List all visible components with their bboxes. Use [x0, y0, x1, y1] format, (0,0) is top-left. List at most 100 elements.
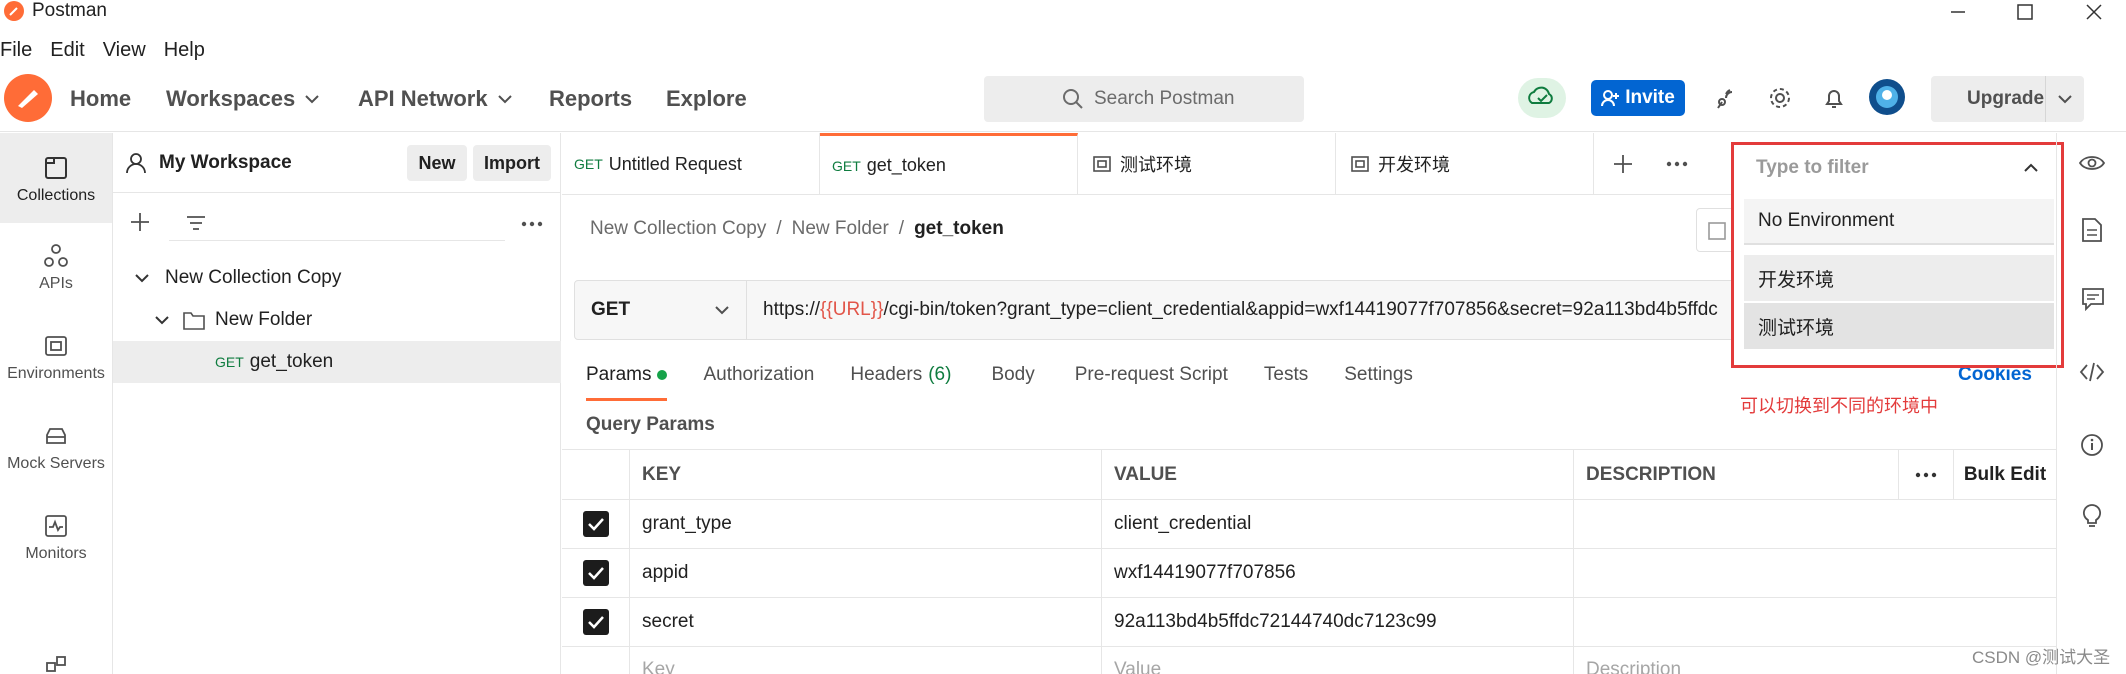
breadcrumb-separator: / [898, 218, 905, 239]
tab-prerequest-script[interactable]: Pre-request Script [1075, 364, 1228, 401]
close-button[interactable] [2084, 2, 2104, 22]
tab-untitled-request[interactable]: GET Untitled Request [562, 133, 820, 195]
param-description[interactable] [1574, 598, 2056, 647]
lightbulb-icon[interactable] [2081, 503, 2103, 529]
method-select[interactable]: GET [575, 281, 747, 339]
breadcrumb-folder[interactable]: New Folder [792, 218, 889, 240]
param-key[interactable]: grant_type [630, 500, 1102, 549]
checkbox-checked-icon [582, 560, 609, 586]
menu-edit[interactable]: Edit [50, 39, 84, 62]
new-key-input[interactable]: Key [630, 647, 1102, 674]
collection-item[interactable]: New Collection Copy [113, 257, 561, 299]
request-method: GET [215, 354, 244, 370]
param-value[interactable]: 92a113bd4b5ffdc72144740dc7123c99 [1102, 598, 1574, 647]
filter-icon[interactable] [169, 207, 505, 241]
flows-icon[interactable] [0, 653, 112, 674]
param-key[interactable]: appid [630, 549, 1102, 598]
menu-bar: File Edit View Help [0, 36, 223, 64]
sidebar-item-label: Collections [16, 187, 96, 204]
maximize-button[interactable] [2015, 2, 2035, 22]
environment-filter-placeholder: Type to filter [1756, 157, 1869, 178]
workspace-header: My Workspace New Import [113, 133, 561, 193]
tab-get-token[interactable]: GET get_token [820, 133, 1078, 195]
sidebar-item-mock-servers[interactable]: Mock Servers [0, 423, 112, 473]
bulk-edit-button[interactable]: Bulk Edit [1954, 450, 2056, 500]
search-placeholder: Search Postman [1094, 88, 1235, 109]
env-option-dev[interactable]: 开发环境 [1744, 255, 2054, 301]
bell-icon[interactable] [1822, 86, 1846, 110]
table-more-icon[interactable] [1899, 450, 1954, 500]
postman-logo-icon[interactable] [4, 74, 52, 122]
menu-help[interactable]: Help [164, 39, 205, 62]
menu-file[interactable]: File [0, 39, 32, 62]
breadcrumb: New Collection Copy / New Folder / get_t… [590, 218, 1004, 240]
tab-params[interactable]: Params [586, 364, 668, 401]
nav-explore[interactable]: Explore [666, 86, 747, 112]
param-description[interactable] [1574, 549, 2056, 598]
new-tab-icon[interactable] [1612, 153, 1634, 175]
global-search[interactable]: Search Postman [984, 76, 1304, 122]
comment-icon[interactable] [2081, 287, 2105, 311]
invite-button[interactable]: Invite [1591, 80, 1685, 116]
sidebar-item-collections[interactable]: Collections [0, 133, 112, 223]
add-user-icon [1601, 89, 1620, 107]
sidebar-item-environments[interactable]: Environments [0, 333, 112, 383]
param-key[interactable]: secret [630, 598, 1102, 647]
satellite-icon[interactable] [1714, 86, 1738, 110]
new-value-input[interactable]: Value [1102, 647, 1574, 674]
info-icon[interactable] [2080, 433, 2104, 457]
gear-icon[interactable] [1768, 86, 1792, 110]
row-checkbox[interactable] [562, 500, 630, 549]
key-header: KEY [630, 450, 1102, 500]
tab-settings[interactable]: Settings [1344, 364, 1413, 401]
nav-workspaces[interactable]: Workspaces [166, 86, 319, 112]
breadcrumb-current[interactable]: get_token [914, 218, 1004, 240]
env-option-test[interactable]: 测试环境 [1744, 303, 2054, 349]
nav-reports[interactable]: Reports [549, 86, 632, 112]
save-button[interactable] [1696, 208, 1736, 252]
env-option-no-environment[interactable]: No Environment [1744, 199, 2054, 245]
document-icon[interactable] [2081, 217, 2103, 243]
tab-body[interactable]: Body [991, 364, 1034, 401]
param-value[interactable]: wxf14419077f707856 [1102, 549, 1574, 598]
chevron-up-icon[interactable] [2024, 163, 2038, 173]
upgrade-button[interactable]: Upgrade [1931, 76, 2084, 122]
sync-cloud-icon[interactable] [1518, 78, 1566, 118]
row-checkbox[interactable] [562, 549, 630, 598]
folder-item[interactable]: New Folder [113, 299, 561, 341]
chevron-down-icon[interactable] [2045, 76, 2084, 122]
tab-options-icon[interactable] [1666, 161, 1688, 167]
folder-name: New Folder [215, 309, 313, 330]
row-checkbox[interactable] [562, 598, 630, 647]
environment-filter-input[interactable]: Type to filter [1734, 145, 2061, 191]
bulk-edit-label: Bulk Edit [1963, 463, 2047, 485]
add-collection-icon[interactable] [129, 211, 151, 233]
nav-home[interactable]: Home [70, 86, 131, 112]
tab-test-env[interactable]: 测试环境 [1078, 133, 1336, 195]
minimize-button[interactable] [1948, 2, 1968, 22]
request-item[interactable]: GET get_token [113, 341, 561, 383]
tab-headers[interactable]: Headers (6) [850, 364, 951, 401]
sidebar-item-apis[interactable]: APIs [0, 243, 112, 293]
menu-view[interactable]: View [103, 39, 146, 62]
new-button[interactable]: New [407, 145, 467, 181]
sidebar-item-monitors[interactable]: Monitors [0, 513, 112, 563]
param-description[interactable] [1574, 500, 2056, 549]
workspace-name[interactable]: My Workspace [159, 152, 292, 174]
param-value[interactable]: client_credential [1102, 500, 1574, 549]
env-option-label: No Environment [1758, 210, 1895, 231]
sidebar-item-label: Monitors [25, 545, 87, 562]
avatar[interactable] [1868, 78, 1906, 116]
code-icon[interactable] [2079, 361, 2105, 383]
tab-authorization[interactable]: Authorization [703, 364, 814, 401]
import-button[interactable]: Import [473, 145, 551, 181]
nav-api-network[interactable]: API Network [358, 86, 512, 112]
more-options-icon[interactable] [521, 221, 543, 227]
tab-tests[interactable]: Tests [1264, 364, 1308, 401]
chevron-down-icon [497, 94, 512, 104]
tab-dev-env[interactable]: 开发环境 [1336, 133, 1594, 195]
breadcrumb-collection[interactable]: New Collection Copy [590, 218, 766, 240]
url-input[interactable]: https:// {{URL}} /cgi-bin/token?grant_ty… [763, 299, 1738, 321]
eye-icon[interactable] [2079, 153, 2105, 173]
description-header-label: DESCRIPTION [1586, 463, 1716, 485]
